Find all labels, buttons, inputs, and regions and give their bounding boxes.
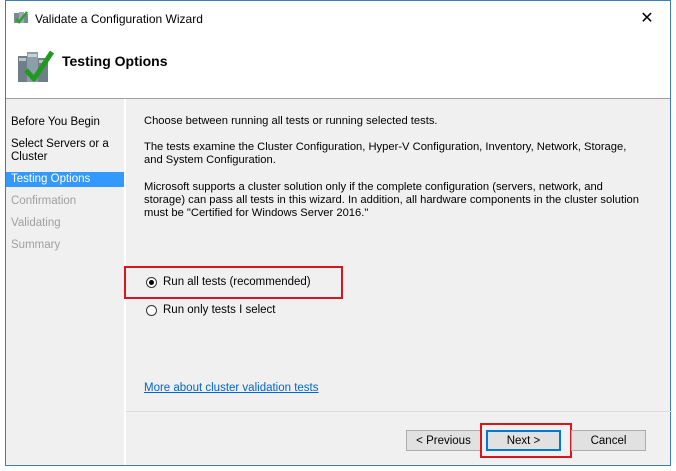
- sidebar-item-confirmation: Confirmation: [11, 195, 77, 207]
- title-bar[interactable]: Validate a Configuration Wizard ✕: [6, 1, 670, 34]
- radio-run-all-tests[interactable]: Run all tests (recommended): [146, 276, 311, 288]
- wizard-header: Testing Options: [6, 34, 670, 99]
- tests-description: The tests examine the Cluster Configurat…: [144, 141, 627, 166]
- window-title: Validate a Configuration Wizard: [35, 12, 203, 26]
- intro-text: Choose between running all tests or runn…: [144, 115, 438, 127]
- more-about-validation-link[interactable]: More about cluster validation tests: [144, 382, 319, 394]
- checklist-icon: [15, 46, 55, 86]
- main-panel: Choose between running all tests or runn…: [124, 99, 672, 465]
- sidebar-item-validating: Validating: [11, 217, 61, 229]
- previous-button[interactable]: < Previous: [406, 430, 481, 451]
- cancel-button[interactable]: Cancel: [571, 430, 646, 451]
- close-button[interactable]: ✕: [624, 1, 670, 34]
- radio-run-all-label[interactable]: Run all tests (recommended): [163, 276, 311, 288]
- footer-separator: [126, 411, 672, 412]
- cluster-wizard-icon: [13, 10, 29, 26]
- sidebar-item-before-you-begin[interactable]: Before You Begin: [6, 116, 124, 129]
- next-button[interactable]: Next >: [486, 430, 561, 451]
- wizard-dialog: Validate a Configuration Wizard ✕ Testin…: [5, 0, 672, 466]
- wizard-steps-sidebar: Before You Begin Select Servers or a Clu…: [6, 99, 124, 465]
- radio-run-selected-tests[interactable]: Run only tests I select: [146, 304, 276, 316]
- radio-unselected-icon[interactable]: [146, 304, 157, 316]
- sidebar-item-testing-options[interactable]: Testing Options: [6, 172, 124, 187]
- close-icon: ✕: [640, 9, 654, 27]
- sidebar-item-select-servers[interactable]: Select Servers or a Cluster: [6, 138, 116, 164]
- page-title: Testing Options: [62, 53, 168, 69]
- radio-run-selected-label[interactable]: Run only tests I select: [163, 304, 276, 316]
- wizard-content: Before You Begin Select Servers or a Clu…: [6, 99, 672, 465]
- sidebar-item-summary: Summary: [11, 239, 61, 251]
- radio-selected-icon[interactable]: [146, 276, 157, 288]
- support-note: Microsoft supports a cluster solution on…: [144, 181, 639, 219]
